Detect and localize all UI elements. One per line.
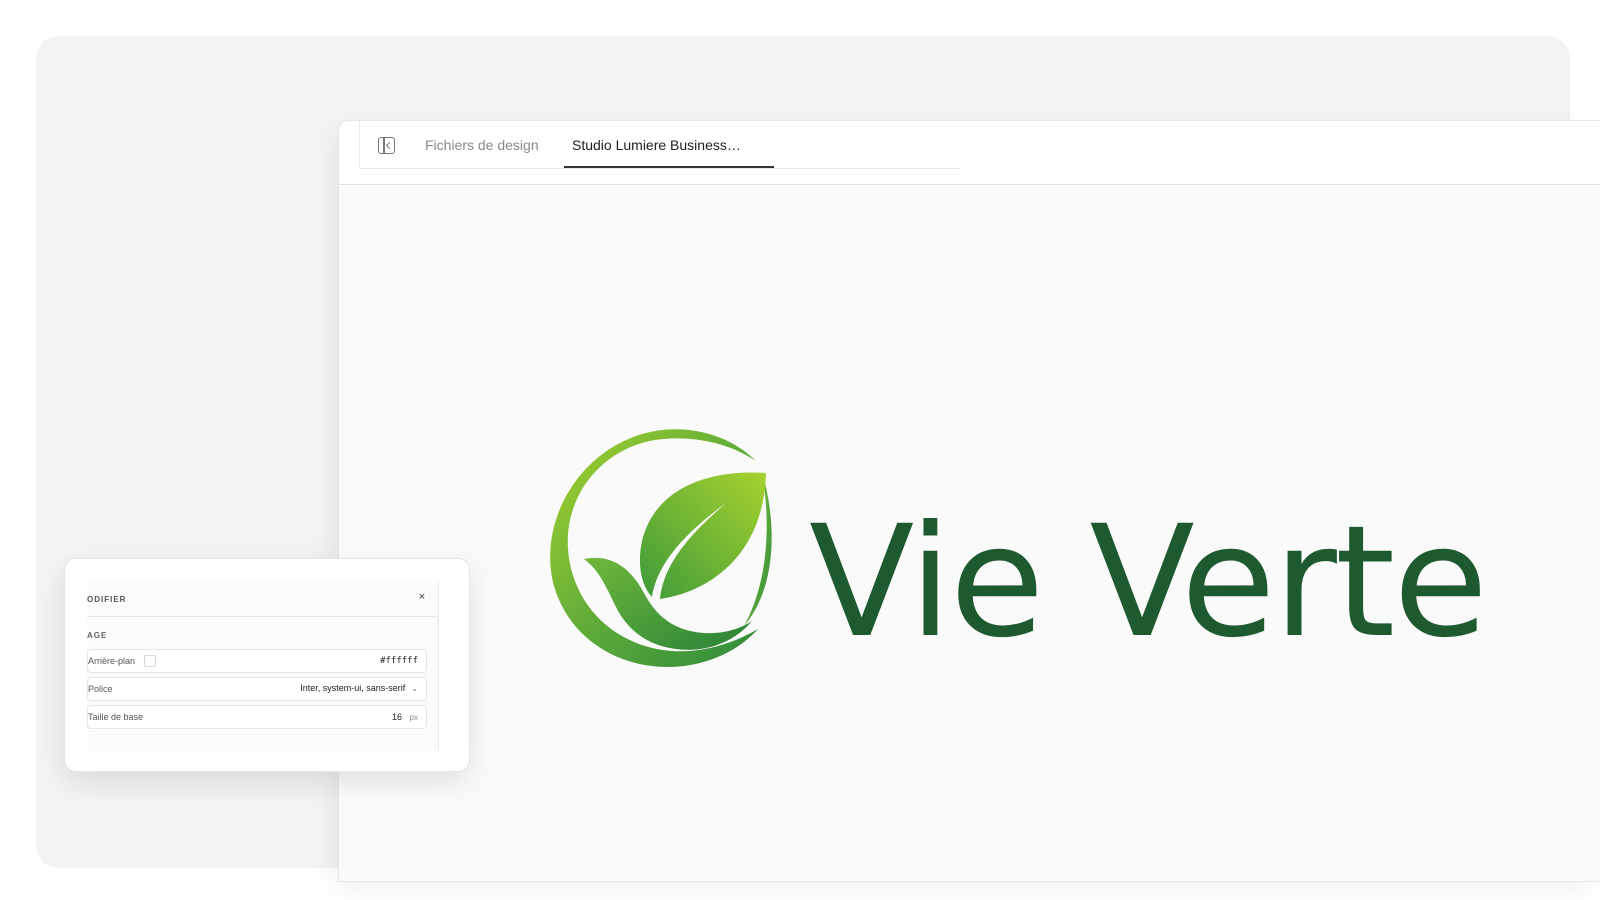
panel-title: ODIFIER [87,595,127,604]
font-select-value: Inter, system-ui, sans-serif [300,683,406,693]
color-swatch[interactable] [144,655,156,667]
chevron-down-icon: ⌄ [411,684,418,693]
base-size-unit: px [409,713,418,722]
tab-studio-lumiere[interactable]: Studio Lumiere Business… [572,137,741,153]
edit-panel-body: ODIFIER × AGE Arrière-plan #ffffff Polic… [87,581,439,751]
tab-bar: Fichiers de design Studio Lumiere Busine… [339,121,1600,185]
background-field: Arrière-plan #ffffff [87,649,427,673]
font-label: Police [88,684,113,694]
section-label: AGE [87,631,108,640]
base-size-field: Taille de base 16 px [87,705,427,729]
font-select[interactable]: Inter, system-ui, sans-serif ⌄ [300,683,418,693]
tab-strip: Fichiers de design Studio Lumiere Busine… [359,121,959,169]
base-size-input[interactable]: 16 [392,712,402,722]
brand-wordmark: Vie Verte [809,493,1488,672]
tab-design-files[interactable]: Fichiers de design [425,137,539,153]
background-label: Arrière-plan [88,656,136,666]
font-field: Police Inter, system-ui, sans-serif ⌄ [87,677,427,701]
edit-panel: ODIFIER × AGE Arrière-plan #ffffff Polic… [64,558,470,772]
base-size-label: Taille de base [88,712,144,722]
app-window: Fichiers de design Studio Lumiere Busine… [339,121,1600,881]
active-tab-indicator [564,166,774,168]
design-canvas[interactable]: Vie Verte [339,186,1600,881]
sidebar-toggle-icon[interactable] [378,137,395,154]
leaf-logo-icon [550,429,772,667]
close-icon[interactable]: × [416,591,428,603]
panel-header: ODIFIER × [87,581,438,617]
background-hex-input[interactable]: #ffffff [380,656,418,666]
